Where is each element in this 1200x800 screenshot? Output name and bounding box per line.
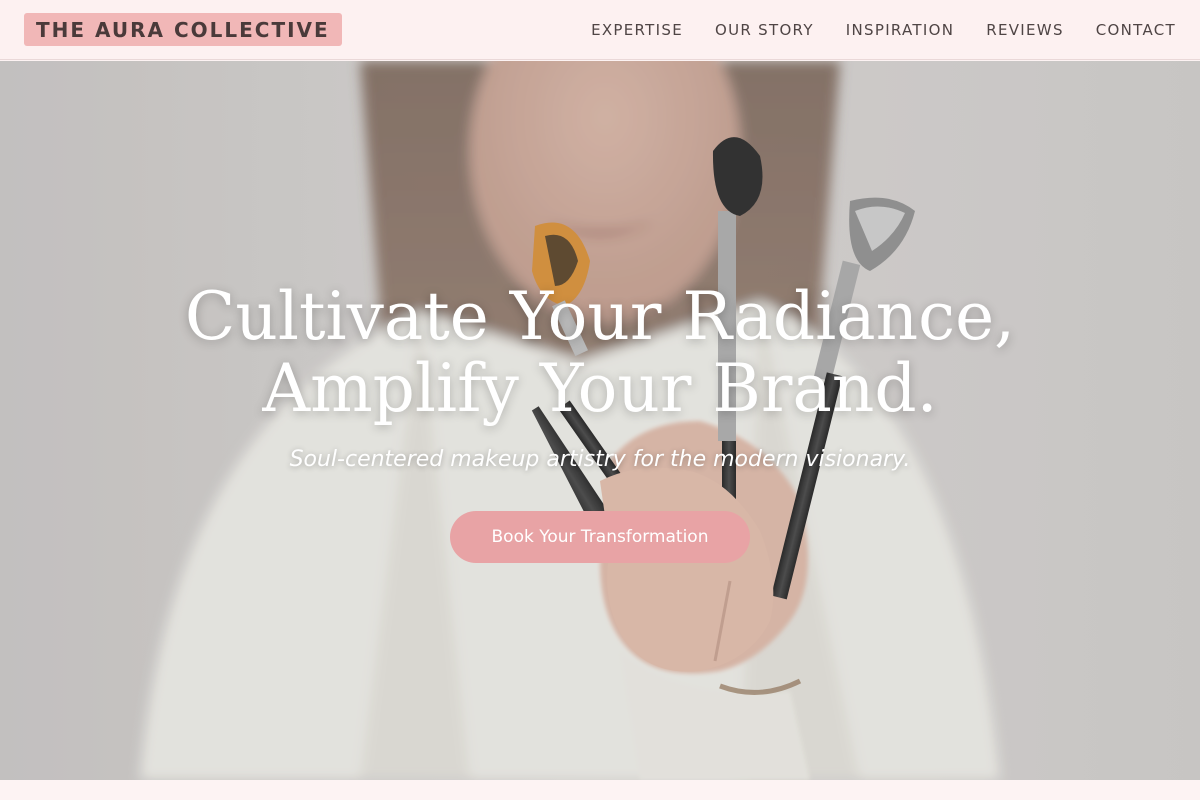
hero-section: Cultivate Your Radiance, Amplify Your Br… [0,61,1200,780]
main-nav: EXPERTISE OUR STORY INSPIRATION REVIEWS … [591,21,1176,39]
nav-link-inspiration[interactable]: INSPIRATION [846,21,954,39]
nav-link-contact[interactable]: CONTACT [1096,21,1176,39]
nav-link-our-story[interactable]: OUR STORY [715,21,814,39]
nav-link-reviews[interactable]: REVIEWS [986,21,1064,39]
nav-link-expertise[interactable]: EXPERTISE [591,21,683,39]
brand-logo[interactable]: THE AURA COLLECTIVE [24,13,342,46]
hero-subheadline: Soul-centered makeup artistry for the mo… [289,447,911,472]
hero-content: Cultivate Your Radiance, Amplify Your Br… [0,61,1200,780]
hero-headline-line2: Amplify Your Brand. [262,350,938,427]
top-navigation-bar: THE AURA COLLECTIVE EXPERTISE OUR STORY … [0,0,1200,60]
hero-headline: Cultivate Your Radiance, Amplify Your Br… [0,281,1200,425]
book-transformation-button[interactable]: Book Your Transformation [450,511,750,563]
next-section-edge [0,780,1200,800]
hero-headline-line1: Cultivate Your Radiance, [184,278,1016,355]
